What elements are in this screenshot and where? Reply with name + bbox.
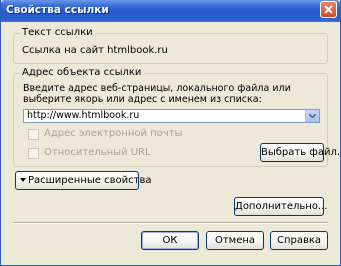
more-button[interactable]: Дополнительно... xyxy=(234,197,327,216)
link-text-legend: Текст ссылки xyxy=(20,27,95,38)
separator-line xyxy=(13,222,328,224)
close-icon xyxy=(324,5,333,14)
link-target-legend: Адрес объекта ссылки xyxy=(20,67,144,78)
choose-file-button[interactable]: Выбрать файл... xyxy=(260,143,341,162)
relative-url-checkbox[interactable] xyxy=(28,148,39,159)
cancel-button[interactable]: Отмена xyxy=(206,231,264,250)
link-target-group: Адрес объекта ссылки Введите адрес веб-с… xyxy=(13,67,341,167)
help-button[interactable]: Справка xyxy=(270,231,328,250)
link-target-instructions: Введите адрес веб-страницы, локального ф… xyxy=(23,83,291,105)
relative-url-checkbox-label: Относительный URL xyxy=(44,147,151,158)
chevron-down-icon xyxy=(309,114,316,118)
close-button[interactable] xyxy=(320,1,337,18)
triangle-down-icon xyxy=(20,178,26,182)
url-combobox[interactable]: http://www.htmlbook.ru xyxy=(23,109,320,123)
advanced-properties-label: Расширенные свойства xyxy=(28,175,152,186)
window-title: Свойства ссылки xyxy=(6,4,109,16)
email-checkbox[interactable] xyxy=(28,129,39,140)
url-value: http://www.htmlbook.ru xyxy=(27,110,140,121)
link-text-value: Ссылка на сайт htmlbook.ru xyxy=(22,45,168,56)
title-bar[interactable]: Свойства ссылки xyxy=(1,0,340,22)
ok-button[interactable]: ОК xyxy=(141,231,199,250)
link-text-group: Текст ссылки Ссылка на сайт htmlbook.ru xyxy=(13,27,328,64)
url-dropdown-button[interactable] xyxy=(305,110,319,122)
link-properties-dialog: Свойства ссылки Текст ссылки Ссылка на с… xyxy=(0,0,341,266)
advanced-properties-toggle[interactable]: Расширенные свойства xyxy=(15,171,151,190)
email-checkbox-label: Адрес электронной почты xyxy=(44,128,183,139)
